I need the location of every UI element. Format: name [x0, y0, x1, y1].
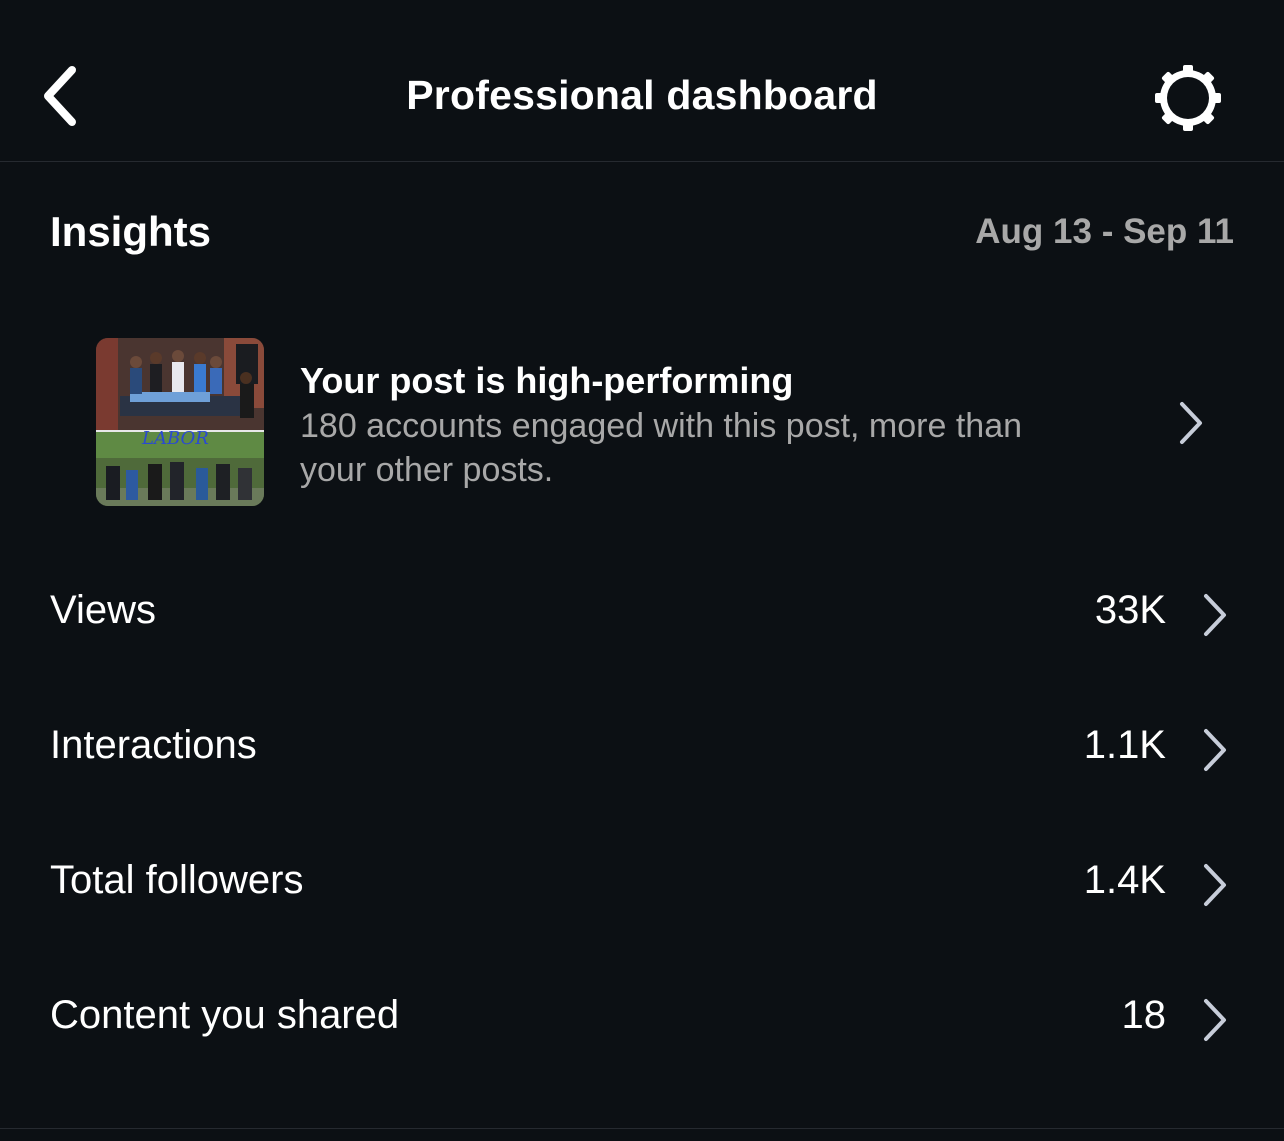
highlight-description: 180 accounts engaged with this post, mor…	[300, 407, 1023, 489]
thumbnail-overlay-text: LABOR	[141, 428, 209, 449]
chevron-right-icon	[1204, 594, 1226, 636]
settings-button[interactable]	[1150, 60, 1226, 136]
post-thumbnail-image: LABOR	[96, 338, 264, 506]
metric-label: Total followers	[50, 858, 304, 902]
chevron-right-icon	[1180, 402, 1202, 444]
metric-row-views[interactable]: Views 33K	[0, 546, 1284, 676]
metric-label: Content you shared	[50, 993, 400, 1037]
chevron-right-icon	[1204, 729, 1226, 771]
metric-value: 18	[1121, 993, 1167, 1037]
metric-row-content-shared[interactable]: Content you shared 18	[0, 951, 1284, 1081]
metric-row-interactions[interactable]: Interactions 1.1K	[0, 681, 1284, 811]
top-navigation-bar: Professional dashboard	[0, 0, 1284, 162]
high-performing-post-card[interactable]: LABOR Your post is high-performing 180 a…	[96, 336, 1236, 508]
metric-row-total-followers[interactable]: Total followers 1.4K	[0, 816, 1284, 946]
professional-dashboard-screen: Professional dashboard Insights Aug 13 -…	[0, 0, 1284, 1141]
page-title: Professional dashboard	[406, 72, 878, 118]
metric-label: Interactions	[50, 723, 257, 767]
bottom-divider	[0, 1128, 1284, 1129]
chevron-right-icon	[1204, 864, 1226, 906]
metric-value: 33K	[1094, 588, 1166, 632]
gear-icon	[1155, 65, 1221, 131]
metric-label: Views	[50, 588, 156, 632]
chevron-right-icon	[1204, 999, 1226, 1041]
highlight-title: Your post is high-performing	[300, 360, 794, 401]
metric-value: 1.4K	[1083, 858, 1166, 902]
date-range[interactable]: Aug 13 - Sep 11	[975, 212, 1234, 252]
post-thumbnail: LABOR	[96, 338, 264, 506]
metric-value: 1.1K	[1083, 723, 1166, 767]
insights-heading: Insights	[50, 208, 212, 255]
